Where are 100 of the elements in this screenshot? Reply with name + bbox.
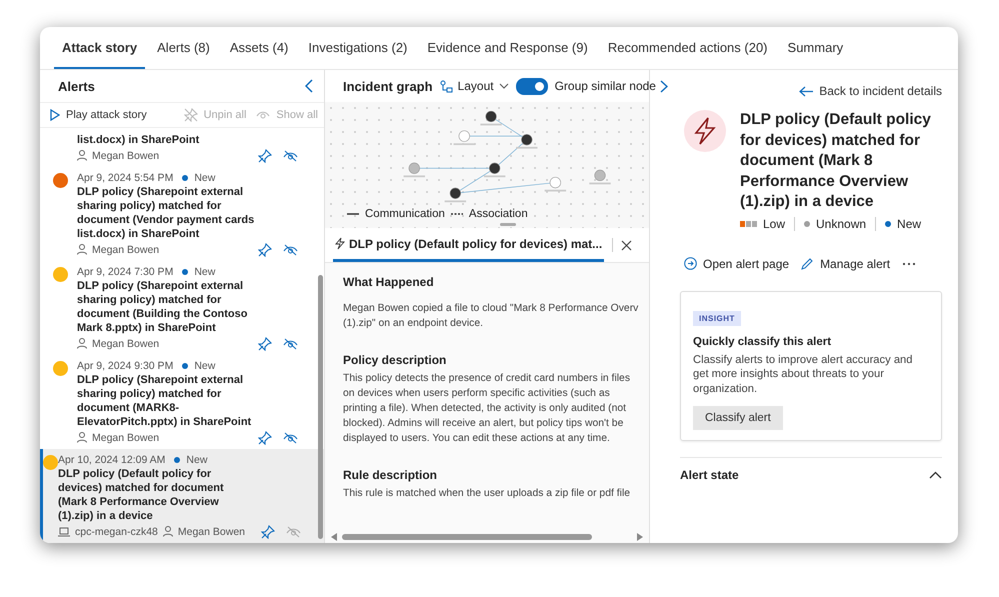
graph-node[interactable] (454, 130, 475, 146)
status-dot-icon (174, 456, 180, 462)
close-icon[interactable] (621, 240, 632, 250)
section-heading: Rule description (343, 468, 438, 482)
solid-line-icon (347, 212, 359, 216)
pin-icon[interactable] (258, 242, 272, 256)
dotted-line-icon (450, 212, 463, 216)
caret-icon (498, 83, 509, 89)
user-name: Megan Bowen (92, 338, 160, 350)
open-alert-page-button[interactable]: Open alert page (684, 256, 790, 270)
status-dot-icon (182, 174, 188, 180)
alert-title: DLP policy (Default policy for devices) matched for document (Mark 8 Performance Overview (1).zip) in a device (740, 110, 932, 212)
alert-title: list.docx) in SharePoint (77, 133, 200, 147)
tab[interactable]: Attack story (54, 27, 146, 69)
alert-item[interactable]: Apr 10, 2024 12:09 AM New DLP policy (Default policy for devices) matched for document (Mark 8 Performance Overview (1).zip) in a device cpc-megan-czk48 Megan Bowen (40, 449, 324, 543)
section-heading: What Happened (343, 275, 435, 289)
person-icon (77, 150, 87, 161)
resize-handle[interactable] (500, 223, 516, 226)
laptop-icon (58, 526, 70, 536)
alert-date: Apr 9, 2024 9:30 PM (77, 360, 174, 372)
alert-date: Apr 9, 2024 5:54 PM (77, 172, 174, 184)
graph-node[interactable] (444, 188, 466, 202)
arrow-left-icon (799, 86, 814, 96)
play-attack-story-button[interactable]: Play attack story (50, 109, 147, 121)
person-icon (77, 338, 87, 349)
pin-icon[interactable] (258, 336, 272, 350)
hide-icon[interactable] (283, 432, 298, 444)
scroll-left-icon[interactable] (331, 533, 337, 541)
graph-node[interactable] (404, 162, 425, 178)
alert-status: New (194, 266, 216, 278)
alert-status: New (194, 172, 216, 184)
scroll-right-icon[interactable] (637, 533, 643, 541)
manage-alert-button[interactable]: Manage alert (801, 256, 890, 270)
insight-text: Classify alerts to improve alert accuracy and get more insights about threats to your organization. (693, 352, 914, 396)
collapse-icon[interactable] (305, 79, 314, 93)
arrow-circle-icon (684, 257, 697, 270)
pin-icon[interactable] (258, 148, 272, 162)
graph-node[interactable] (480, 110, 502, 126)
hide-icon[interactable] (283, 338, 298, 350)
user-name: Megan Bowen (178, 526, 246, 538)
section-text: Megan Bowen copied a file to cloud "Mark 8 Performance Overv (1).zip" on an endpoint device. (343, 302, 640, 331)
section-heading: Policy description (343, 353, 448, 367)
classify-alert-button[interactable]: Classify alert (693, 406, 783, 430)
tab[interactable]: Alerts (8) (149, 27, 218, 69)
tab[interactable]: Summary (780, 27, 852, 69)
toggle-label: Group similar node (554, 79, 656, 93)
alert-icon (684, 110, 726, 152)
insight-badge: INSIGHT (693, 310, 741, 326)
graph-node[interactable] (589, 170, 611, 184)
alert-status: New (186, 454, 208, 466)
toggle-switch[interactable] (516, 78, 548, 94)
status-dot-icon (182, 268, 188, 274)
person-icon (77, 432, 87, 443)
hide-icon[interactable] (283, 150, 298, 162)
panel-title: Incident graph (343, 78, 433, 94)
alert-title: DLP policy (Sharepoint external sharing policy) matched for document (Building the Contoso Mark 8.pptx) in SharePoint (77, 279, 248, 335)
panel-title: Alerts (58, 78, 95, 94)
tab[interactable]: Assets (4) (222, 27, 296, 69)
alert-item[interactable]: list.docx) in SharePoint Megan Bowen (40, 130, 324, 167)
expand-icon[interactable] (660, 80, 668, 93)
status-dot-icon (182, 362, 188, 368)
severity-label: Low (763, 216, 786, 230)
section-text: This policy detects the presence of credit card numbers in files on devices when users perform specific activities (such as printing a file). When detected, the activity is only audited (not blocked). Admins will receive an alert, but policy tips won't be displayed to users. You can edit these actions at any time. (343, 372, 632, 446)
tab[interactable]: Investigations (2) (300, 27, 416, 69)
graph-node[interactable] (544, 176, 566, 192)
scrollbar[interactable] (318, 275, 323, 539)
play-icon (50, 109, 60, 121)
hide-icon[interactable] (283, 244, 298, 256)
alert-date: Apr 10, 2024 12:09 AM (58, 454, 166, 466)
legend-label: Association (468, 208, 528, 220)
back-link[interactable]: Back to incident details (799, 84, 942, 98)
tab[interactable]: Evidence and Response (9) (419, 27, 596, 69)
alert-title: DLP policy (Sharepoint external sharing policy) matched for document (MARK8-ElevatorPitch.pptx) in SharePoint (77, 373, 252, 429)
section-text: This rule is matched when the user uploads a zip file or pdf file (343, 487, 632, 501)
person-icon (77, 244, 87, 255)
device-name: cpc-megan-czk48 (75, 526, 158, 538)
alert-item[interactable]: Apr 9, 2024 5:54 PM New DLP policy (Sharepoint external sharing policy) matched for document (Vendor payment cards list.docx) in SharePoint Megan Bowen (40, 167, 324, 261)
layout-icon (440, 80, 453, 92)
horizontal-scrollbar[interactable] (325, 531, 649, 543)
legend-label: Communication (365, 208, 445, 220)
alert-item[interactable]: Apr 9, 2024 9:30 PM New DLP policy (Sharepoint external sharing policy) matched for document (MARK8-ElevatorPitch.pptx) in SharePoint Megan Bowen (40, 355, 324, 449)
tag-label: Unknown (816, 216, 866, 230)
layout-dropdown[interactable]: Layout (440, 79, 509, 93)
tab[interactable]: Recommended actions (20) (600, 27, 776, 69)
unpin-icon (184, 108, 198, 122)
alert-state-header[interactable]: Alert state (680, 457, 942, 492)
pin-icon[interactable] (261, 524, 276, 538)
alert-title: DLP policy (Sharepoint external sharing policy) matched for document (Vendor payment cards list.docx) in SharePoint (77, 185, 256, 241)
graph-node[interactable] (484, 162, 506, 178)
person-icon (162, 526, 173, 537)
alert-title: DLP policy (Default policy for devices) matched for document (Mark 8 Performance Overview (1).zip) in a device (58, 467, 225, 523)
user-name: Megan Bowen (92, 244, 160, 256)
pin-icon[interactable] (258, 430, 272, 444)
alert-date: Apr 9, 2024 7:30 PM (77, 266, 174, 278)
tag-label: New (897, 216, 922, 230)
graph-node[interactable] (516, 134, 538, 149)
more-icon[interactable] (902, 262, 916, 266)
pencil-icon (801, 257, 814, 270)
alert-item[interactable]: Apr 9, 2024 7:30 PM New DLP policy (Sharepoint external sharing policy) matched for document (Building the Contoso Mark 8.pptx) in SharePoint Megan Bowen (40, 261, 324, 355)
user-name: Megan Bowen (92, 432, 160, 444)
